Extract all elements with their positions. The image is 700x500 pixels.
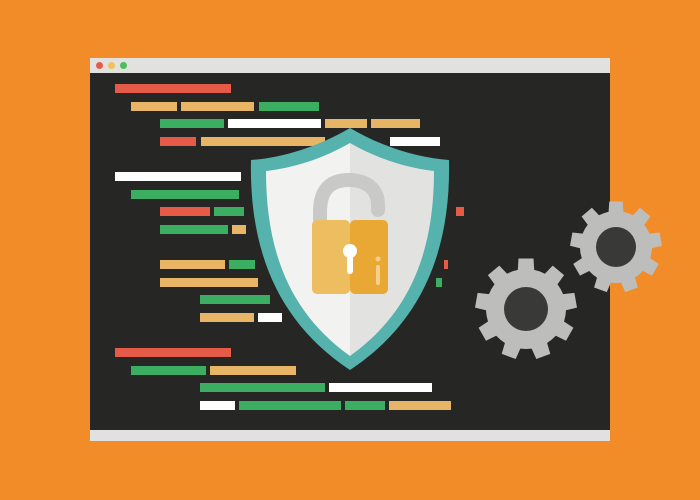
security-graphic [250,128,662,370]
lock-body-shade [350,220,388,294]
gear-hub [596,227,636,267]
keyhole-slot [347,252,353,274]
gear-icon-large [475,258,577,359]
gear-hub [504,287,548,331]
illustration-canvas [0,0,700,500]
lock-highlight [375,256,381,262]
lock-body [312,220,350,294]
gear-icon-small [570,201,662,293]
lock-highlight [376,265,380,285]
